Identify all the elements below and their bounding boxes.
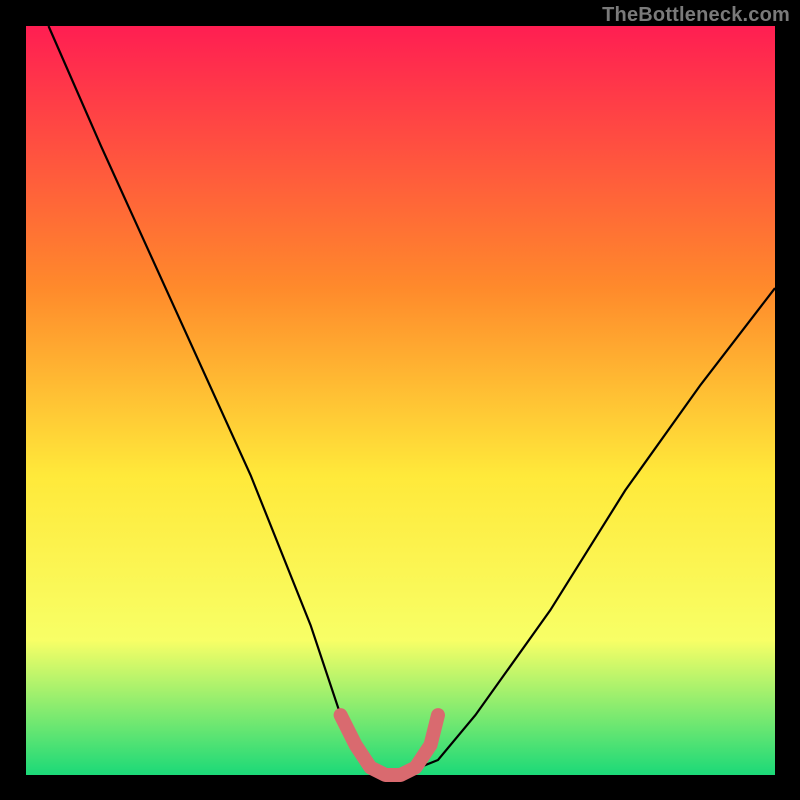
chart-stage: TheBottleneck.com xyxy=(0,0,800,800)
plot-background xyxy=(26,26,775,775)
bottleneck-chart xyxy=(0,0,800,800)
